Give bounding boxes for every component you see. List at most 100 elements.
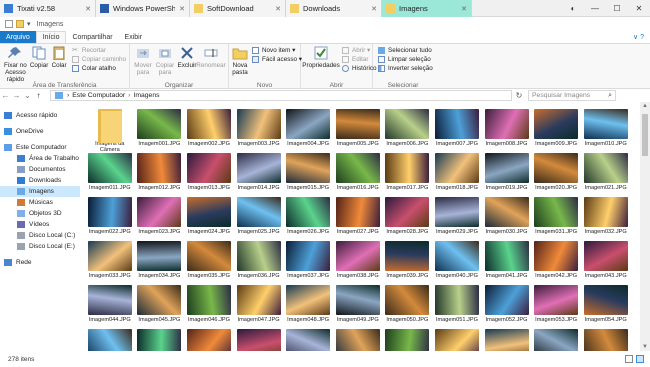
image-file-item[interactable]: Imagem007.JPG: [432, 109, 482, 153]
image-file-item[interactable]: Imagem037.JPG: [283, 241, 333, 285]
recent-locations-icon[interactable]: ⌄: [22, 91, 33, 100]
sidebar-item[interactable]: Disco Local (C:): [0, 230, 80, 241]
image-file-item[interactable]: Imagem056.JPG: [135, 329, 185, 351]
image-file-item[interactable]: Imagem009.JPG: [531, 109, 581, 153]
image-file-item[interactable]: Imagem025.JPG: [234, 197, 284, 241]
select-none-button[interactable]: Limpar seleção: [378, 55, 433, 64]
edit-button[interactable]: Editar: [342, 55, 377, 64]
image-file-item[interactable]: Imagem063.JPG: [482, 329, 532, 351]
image-file-item[interactable]: Imagem008.JPG: [482, 109, 532, 153]
image-file-item[interactable]: Imagem038.JPG: [333, 241, 383, 285]
image-file-item[interactable]: Imagem062.JPG: [432, 329, 482, 351]
open-button[interactable]: Abrir ▾: [342, 46, 377, 55]
theme-icon[interactable]: ◐: [562, 4, 584, 13]
large-icons-view-icon[interactable]: [636, 355, 644, 363]
image-file-item[interactable]: Imagem024.JPG: [184, 197, 234, 241]
image-file-item[interactable]: Imagem048.JPG: [283, 285, 333, 329]
image-file-item[interactable]: Imagem055.JPG: [85, 329, 135, 351]
up-arrow-icon[interactable]: ↑: [33, 91, 44, 100]
easy-access-button[interactable]: Fácil acesso ▾: [252, 55, 302, 64]
image-file-item[interactable]: Imagem054.JPG: [581, 285, 631, 329]
image-file-item[interactable]: Imagem051.JPG: [432, 285, 482, 329]
close-button[interactable]: ✕: [628, 4, 650, 13]
image-file-item[interactable]: Imagem027.JPG: [333, 197, 383, 241]
image-file-item[interactable]: Imagem029.JPG: [432, 197, 482, 241]
sidebar-item[interactable]: Documentos: [0, 164, 80, 175]
breadcrumb-imagens[interactable]: Imagens: [133, 92, 159, 99]
sidebar-item[interactable]: Músicas: [0, 197, 80, 208]
back-arrow-icon[interactable]: ←: [0, 91, 11, 100]
sidebar-item[interactable]: Objetos 3D: [0, 208, 80, 219]
image-file-item[interactable]: Imagem004.JPG: [283, 109, 333, 153]
image-file-item[interactable]: Imagem043.JPG: [581, 241, 631, 285]
vertical-scrollbar[interactable]: ▲ ▼: [640, 102, 650, 351]
image-file-item[interactable]: Imagem002.JPG: [184, 109, 234, 153]
search-input[interactable]: Pesquisar Imagens ⌕: [528, 90, 616, 101]
sidebar-item[interactable]: Acesso rápido: [0, 110, 80, 121]
image-file-item[interactable]: Imagem031.JPG: [531, 197, 581, 241]
tab-exibir[interactable]: Exibir: [119, 31, 149, 43]
cut-button[interactable]: ✂ Recortar: [72, 46, 126, 55]
browser-tab[interactable]: Tixati v2.58 ✕: [0, 0, 96, 17]
close-tab-icon[interactable]: ✕: [461, 5, 467, 13]
tab-arquivo[interactable]: Arquivo: [0, 31, 36, 43]
image-file-item[interactable]: Imagem050.JPG: [383, 285, 433, 329]
image-file-item[interactable]: Imagem060.JPG: [333, 329, 383, 351]
image-file-item[interactable]: Imagem046.JPG: [184, 285, 234, 329]
browser-tab[interactable]: Windows PowerSh...✕: [96, 0, 190, 17]
close-tab-icon[interactable]: ✕: [179, 5, 185, 13]
image-file-item[interactable]: Imagem003.JPG: [234, 109, 284, 153]
sidebar-item[interactable]: OneDrive: [0, 126, 80, 137]
sidebar-item[interactable]: Área de Trabalho: [0, 153, 80, 164]
image-file-item[interactable]: Imagem020.JPG: [531, 153, 581, 197]
sidebar-item[interactable]: Vídeos: [0, 219, 80, 230]
image-file-item[interactable]: Imagem001.JPG: [135, 109, 185, 153]
folder-item[interactable]: Imagens da Câmera: [85, 109, 135, 153]
image-file-item[interactable]: Imagem023.JPG: [135, 197, 185, 241]
image-file-item[interactable]: Imagem040.JPG: [432, 241, 482, 285]
help-icon[interactable]: ∨ ?: [633, 31, 650, 43]
image-file-item[interactable]: Imagem016.JPG: [333, 153, 383, 197]
image-file-item[interactable]: Imagem006.JPG: [383, 109, 433, 153]
browser-tab[interactable]: SoftDownload ✕: [190, 0, 286, 17]
image-file-item[interactable]: Imagem052.JPG: [482, 285, 532, 329]
image-file-item[interactable]: Imagem057.JPG: [184, 329, 234, 351]
image-file-item[interactable]: Imagem013.JPG: [184, 153, 234, 197]
close-tab-icon[interactable]: ✕: [85, 5, 91, 13]
breadcrumb-computer[interactable]: Este Computador: [72, 92, 125, 99]
image-file-item[interactable]: Imagem058.JPG: [234, 329, 284, 351]
sidebar-item[interactable]: Rede: [0, 257, 80, 268]
history-button[interactable]: Histórico: [342, 64, 377, 73]
quick-access-properties-icon[interactable]: [5, 20, 13, 28]
image-file-item[interactable]: Imagem026.JPG: [283, 197, 333, 241]
image-file-item[interactable]: Imagem011.JPG: [85, 153, 135, 197]
sidebar-item[interactable]: Este Computador: [0, 142, 80, 153]
image-file-item[interactable]: Imagem034.JPG: [135, 241, 185, 285]
image-file-item[interactable]: Imagem049.JPG: [333, 285, 383, 329]
copy-path-button[interactable]: Copiar caminho: [71, 55, 126, 64]
image-file-item[interactable]: Imagem053.JPG: [531, 285, 581, 329]
image-file-item[interactable]: Imagem032.JPG: [581, 197, 631, 241]
image-file-item[interactable]: Imagem017.JPG: [383, 153, 433, 197]
image-file-item[interactable]: Imagem012.JPG: [135, 153, 185, 197]
scroll-down-icon[interactable]: ▼: [640, 344, 650, 350]
new-item-button[interactable]: Novo item ▾: [252, 46, 302, 55]
image-file-item[interactable]: Imagem036.JPG: [234, 241, 284, 285]
sidebar-item[interactable]: Imagens: [0, 186, 80, 197]
scrollbar-thumb[interactable]: [642, 114, 648, 156]
path-input[interactable]: › Este Computador › Imagens: [50, 90, 512, 101]
image-file-item[interactable]: Imagem064.JPG: [531, 329, 581, 351]
image-file-item[interactable]: Imagem059.JPG: [283, 329, 333, 351]
scroll-up-icon[interactable]: ▲: [640, 103, 650, 109]
close-tab-icon[interactable]: ✕: [275, 5, 281, 13]
invert-selection-button[interactable]: Inverter seleção: [378, 64, 433, 73]
tab-inicio[interactable]: Início: [35, 31, 67, 43]
image-file-item[interactable]: Imagem005.JPG: [333, 109, 383, 153]
browser-tab[interactable]: Downloads ✕: [286, 0, 382, 17]
image-file-item[interactable]: Imagem018.JPG: [432, 153, 482, 197]
image-file-item[interactable]: Imagem042.JPG: [531, 241, 581, 285]
image-file-item[interactable]: Imagem028.JPG: [383, 197, 433, 241]
select-all-button[interactable]: Selecionar tudo: [378, 46, 433, 55]
image-file-item[interactable]: Imagem047.JPG: [234, 285, 284, 329]
refresh-icon[interactable]: ↻: [512, 91, 526, 100]
